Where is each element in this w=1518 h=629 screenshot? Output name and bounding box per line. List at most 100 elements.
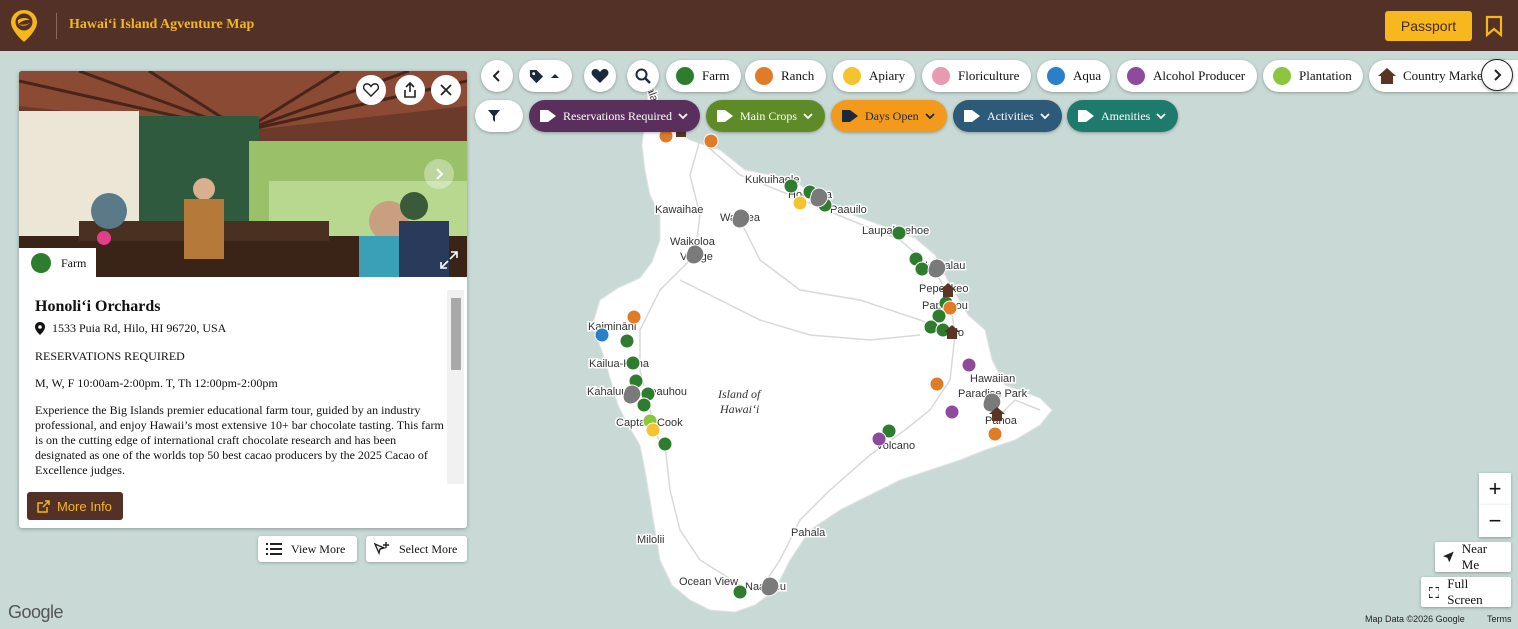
category-tag-label: Farm	[61, 255, 87, 270]
plantation-dot-icon	[1273, 67, 1291, 85]
address-text: 1533 Puia Rd, Hilo, HI 96720, USA	[52, 321, 227, 335]
category-farm[interactable]: Farm	[666, 60, 741, 92]
passport-button[interactable]: Passport	[1385, 11, 1472, 41]
more-info-label: More Info	[57, 498, 112, 514]
map-marker-ranch[interactable]	[626, 309, 642, 325]
scroll-right-button[interactable]	[1481, 59, 1513, 91]
category-floriculture[interactable]: Floriculture	[922, 60, 1031, 92]
category-label: Ranch	[781, 68, 815, 83]
map-marker-farm[interactable]	[619, 333, 635, 349]
favorite-button[interactable]	[356, 75, 386, 105]
location-pin-icon	[35, 322, 45, 335]
tag-icon	[1078, 110, 1094, 122]
map-marker-alcohol-producer[interactable]	[961, 357, 977, 373]
farm-dot-icon	[676, 67, 694, 85]
share-icon	[404, 82, 416, 98]
map-marker-ranch[interactable]	[703, 133, 719, 149]
near-me-button[interactable]: Near Me	[1435, 541, 1511, 572]
more-info-button[interactable]: More Info	[27, 492, 123, 520]
category-alcohol-producer[interactable]: Alcohol Producer	[1117, 60, 1257, 92]
photo-next-button[interactable]	[424, 159, 454, 189]
map-attribution: Map Data ©2026 Google	[1365, 614, 1465, 624]
category-label: Farm	[702, 68, 730, 83]
filter-label: Main Crops	[740, 108, 797, 123]
filter-main-crops[interactable]: Main Crops	[706, 100, 825, 132]
list-icon	[266, 543, 282, 555]
scrollbar-thumb[interactable]	[451, 298, 461, 370]
select-more-label: Select More	[399, 541, 458, 556]
map-marker-farm[interactable]	[891, 225, 907, 241]
search-button[interactable]	[627, 60, 659, 92]
heart-icon	[591, 69, 609, 83]
map-marker-farm[interactable]	[625, 355, 641, 371]
caret-up-icon	[551, 74, 559, 78]
cursor-plus-icon	[374, 542, 389, 556]
map-marker-farm[interactable]	[636, 397, 652, 413]
map-marker-alcohol-producer[interactable]	[944, 404, 960, 420]
chevron-down-icon	[1156, 113, 1166, 120]
app-title: Hawaiʻi Island Agventure Map	[69, 17, 255, 32]
external-link-icon	[37, 499, 50, 513]
search-icon	[635, 68, 651, 84]
filter-reservations-required[interactable]: Reservations Required	[529, 100, 700, 132]
category-label: Apiary	[869, 68, 906, 83]
full-screen-button[interactable]: Full Screen	[1421, 576, 1511, 607]
tag-sort-button[interactable]	[519, 60, 572, 92]
reservations-text: RESERVATIONS REQUIRED	[35, 349, 185, 363]
navigation-arrow-icon	[1443, 551, 1454, 563]
category-ranch[interactable]: Ranch	[745, 60, 826, 92]
map-marker-alcohol-producer[interactable]	[871, 431, 887, 447]
tag-icon	[540, 110, 556, 122]
ranch-dot-icon	[755, 67, 773, 85]
close-button[interactable]	[431, 75, 461, 105]
map-marker-ranch[interactable]	[929, 376, 945, 392]
filter-button[interactable]	[475, 100, 523, 132]
location-detail-card: Farm Honoliʻi Orchards 1533 Puia Rd, Hil…	[19, 71, 467, 528]
category-label: Aqua	[1073, 68, 1102, 83]
map-marker-apiary[interactable]	[645, 422, 661, 438]
location-name: Honoliʻi Orchards	[35, 298, 161, 315]
map-marker-ranch[interactable]	[987, 426, 1003, 442]
zoom-in-button[interactable]: +	[1479, 473, 1511, 505]
select-more-button[interactable]: Select More	[366, 536, 467, 562]
tag-icon	[842, 110, 858, 122]
scroll-left-button[interactable]	[481, 60, 513, 92]
chevron-down-icon	[1040, 113, 1050, 120]
expand-icon[interactable]	[440, 251, 458, 269]
place-label: Pahala	[791, 527, 826, 539]
place-label: Ocean View	[679, 576, 738, 588]
share-button[interactable]	[395, 75, 425, 105]
chevron-down-icon	[925, 113, 935, 120]
terms-link[interactable]: Terms	[1487, 614, 1512, 626]
place-label: Paauilo	[830, 204, 867, 216]
chevron-down-icon	[678, 113, 688, 120]
filter-amenities[interactable]: Amenities	[1067, 100, 1179, 132]
location-photo[interactable]	[19, 71, 467, 277]
place-label: Hawaiian	[970, 373, 1015, 385]
map-marker-farm[interactable]	[783, 178, 799, 194]
close-icon	[440, 84, 452, 96]
category-apiary[interactable]: Apiary	[833, 60, 915, 92]
map-marker-farm[interactable]	[732, 584, 748, 600]
map-marker-farm[interactable]	[914, 261, 930, 277]
category-plantation[interactable]: Plantation	[1263, 60, 1363, 92]
filter-activities[interactable]: Activities	[953, 100, 1062, 132]
fullscreen-icon	[1429, 586, 1440, 598]
map-marker-aqua[interactable]	[594, 327, 610, 343]
zoom-out-button[interactable]: −	[1479, 505, 1511, 537]
view-more-label: View More	[291, 541, 346, 556]
aqua-dot-icon	[1047, 67, 1065, 85]
favorites-filter-button[interactable]	[584, 60, 616, 92]
filter-days-open[interactable]: Days Open	[831, 100, 947, 132]
island-label: Hawaiʻi	[719, 402, 759, 416]
view-more-button[interactable]: View More	[258, 536, 357, 562]
map-pin-logo-icon[interactable]	[10, 9, 38, 43]
location-address[interactable]: 1533 Puia Rd, Hilo, HI 96720, USA	[35, 321, 226, 336]
map-marker-apiary[interactable]	[792, 195, 808, 211]
app-header: Hawaiʻi Island Agventure Map Passport	[0, 0, 1518, 51]
tag-icon	[529, 69, 544, 83]
category-aqua[interactable]: Aqua	[1037, 60, 1110, 92]
map-marker-farm[interactable]	[657, 436, 673, 452]
near-me-label: Near Me	[1461, 541, 1488, 572]
bookmark-icon[interactable]	[1485, 15, 1503, 37]
